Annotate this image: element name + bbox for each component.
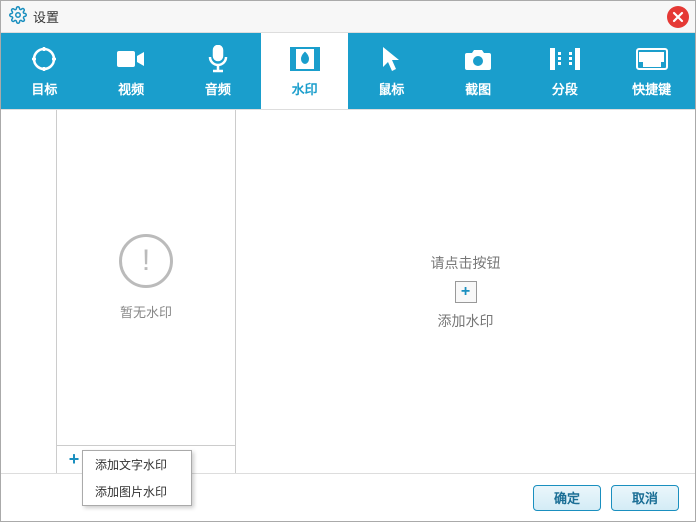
tab-label: 水印 bbox=[292, 79, 318, 98]
hint-text-bottom: 添加水印 bbox=[438, 311, 494, 331]
tabbar: 目标 视频 音频 水印 鼠标 bbox=[1, 33, 695, 109]
target-icon bbox=[30, 45, 58, 73]
menu-add-image-watermark[interactable]: 添加图片水印 bbox=[83, 478, 191, 505]
menu-add-text-watermark[interactable]: 添加文字水印 bbox=[83, 451, 191, 478]
tab-audio[interactable]: 音频 bbox=[175, 33, 262, 109]
tab-watermark[interactable]: 水印 bbox=[261, 33, 348, 109]
video-icon bbox=[117, 45, 145, 73]
tab-label: 截图 bbox=[465, 79, 491, 98]
gear-icon bbox=[9, 6, 27, 27]
watermark-icon bbox=[290, 45, 320, 73]
titlebar: 设置 bbox=[1, 1, 695, 33]
tab-capture[interactable]: 截图 bbox=[435, 33, 522, 109]
content-area: ! 暂无水印 + × ↑ ↓ 请点击按钮 + 添加水印 添加文字水印 添加图片水… bbox=[1, 109, 695, 473]
tab-label: 视频 bbox=[118, 79, 144, 98]
watermark-list-panel: ! 暂无水印 + × ↑ ↓ bbox=[56, 110, 236, 473]
tab-video[interactable]: 视频 bbox=[88, 33, 175, 109]
tab-label: 分段 bbox=[552, 79, 578, 98]
cancel-button[interactable]: 取消 bbox=[611, 485, 679, 511]
info-icon: ! bbox=[119, 234, 173, 288]
hint-text-top: 请点击按钮 bbox=[431, 253, 501, 273]
ok-button[interactable]: 确定 bbox=[533, 485, 601, 511]
add-watermark-plus-button[interactable]: + bbox=[455, 281, 477, 303]
settings-window: 设置 目标 视频 音频 水印 bbox=[0, 0, 696, 522]
tab-mouse[interactable]: 鼠标 bbox=[348, 33, 435, 109]
tab-segment[interactable]: 分段 bbox=[522, 33, 609, 109]
tab-hotkey[interactable]: 快捷键 bbox=[608, 33, 695, 109]
add-watermark-button[interactable]: + bbox=[65, 449, 83, 470]
watermark-preview-panel: 请点击按钮 + 添加水印 bbox=[236, 110, 695, 473]
empty-text: 暂无水印 bbox=[120, 302, 172, 321]
close-button[interactable] bbox=[667, 6, 689, 28]
audio-icon bbox=[207, 45, 229, 73]
segment-icon bbox=[550, 45, 580, 73]
tab-label: 快捷键 bbox=[632, 79, 671, 98]
tab-label: 鼠标 bbox=[378, 79, 404, 98]
tab-label: 目标 bbox=[31, 79, 57, 98]
mouse-icon bbox=[381, 45, 401, 73]
add-watermark-menu: 添加文字水印 添加图片水印 bbox=[82, 450, 192, 506]
tab-label: 音频 bbox=[205, 79, 231, 98]
watermark-list-empty: ! 暂无水印 bbox=[57, 110, 235, 445]
hotkey-icon bbox=[636, 45, 668, 73]
capture-icon bbox=[463, 45, 493, 73]
tab-target[interactable]: 目标 bbox=[1, 33, 88, 109]
window-title: 设置 bbox=[33, 7, 59, 26]
